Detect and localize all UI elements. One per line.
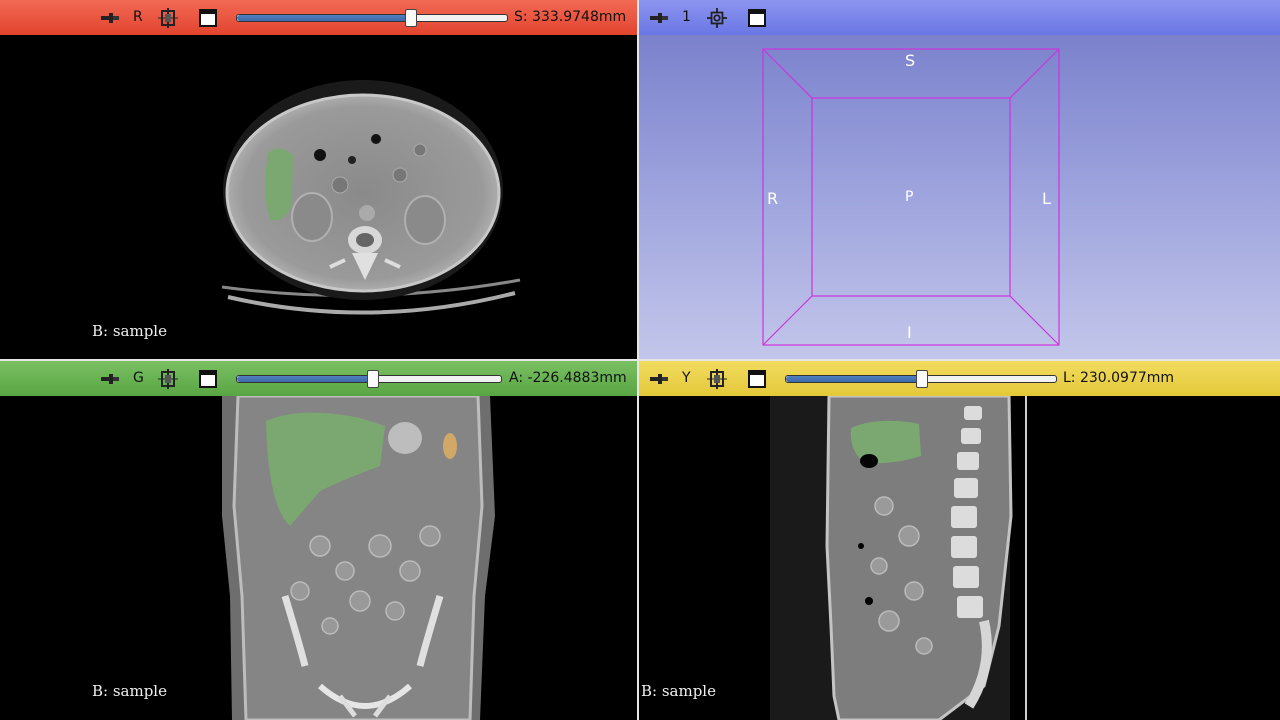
axial-ct-image[interactable]: B: sample [0, 35, 637, 359]
slice-offset-readout: L: 230.0977mm [1063, 370, 1175, 386]
volume-caption: B: sample [92, 682, 167, 700]
maximize-view-icon[interactable] [747, 369, 767, 389]
orientation-label-right: R [767, 189, 779, 208]
slider-handle[interactable] [916, 370, 928, 388]
orientation-label-inferior: I [907, 323, 912, 342]
orientation-label-posterior: P [905, 189, 914, 205]
red-slice-view: R S: 333.9748mm B: sample [0, 0, 637, 359]
slider-fill [237, 15, 410, 21]
yellow-slice-view: Y L: 230.0977mm B: sample [639, 361, 1280, 720]
slice-offset-slider[interactable] [236, 370, 502, 388]
slider-fill [237, 376, 372, 382]
link-icon[interactable] [158, 369, 178, 389]
slice-offset-readout: A: -226.4883mm [509, 370, 627, 386]
liver-segment [265, 148, 293, 221]
slider-fill [786, 376, 921, 382]
threed-view: 1 S I R L P [639, 0, 1280, 359]
pin-icon[interactable] [649, 369, 669, 389]
view-label: R [133, 9, 143, 25]
axial-ct-slice [221, 80, 521, 315]
pin-icon[interactable] [100, 369, 120, 389]
volume-caption: B: sample [641, 682, 716, 700]
spleen-segment [443, 433, 457, 459]
red-slice-controller-bar: R S: 333.9748mm [0, 0, 637, 35]
threed-controller-bar: 1 [639, 0, 1280, 35]
view-label: Y [682, 370, 691, 386]
link-icon[interactable] [707, 369, 727, 389]
view-label: 1 [682, 9, 691, 25]
pin-icon[interactable] [649, 8, 669, 28]
sagittal-ct-slice [770, 394, 1027, 720]
threed-render-area[interactable]: S I R L P [639, 35, 1280, 359]
sagittal-ct-image[interactable]: B: sample [639, 394, 1280, 720]
yellow-slice-controller-bar: Y L: 230.0977mm [639, 361, 1280, 396]
green-slice-view: G A: -226.4883mm B: sample [0, 361, 637, 720]
green-slice-controller-bar: G A: -226.4883mm [0, 361, 637, 396]
slice-offset-readout: S: 333.9748mm [514, 9, 627, 25]
slice-offset-slider[interactable] [785, 370, 1057, 388]
coronal-ct-slice [222, 394, 495, 720]
link-icon[interactable] [158, 8, 178, 28]
bounding-box-cube [762, 48, 1060, 346]
slice-offset-slider[interactable] [236, 9, 508, 27]
center-view-icon[interactable] [707, 8, 727, 28]
slider-handle[interactable] [404, 9, 417, 27]
slider-handle[interactable] [366, 370, 379, 388]
view-label: G [133, 370, 144, 386]
liver-segment [850, 420, 921, 464]
pin-icon[interactable] [100, 8, 120, 28]
orientation-label-superior: S [905, 51, 916, 70]
coronal-ct-image[interactable]: B: sample [0, 394, 637, 720]
maximize-view-icon[interactable] [198, 8, 218, 28]
volume-caption: B: sample [92, 322, 167, 340]
maximize-view-icon[interactable] [747, 8, 767, 28]
maximize-view-icon[interactable] [198, 369, 218, 389]
orientation-label-left: L [1042, 189, 1051, 208]
